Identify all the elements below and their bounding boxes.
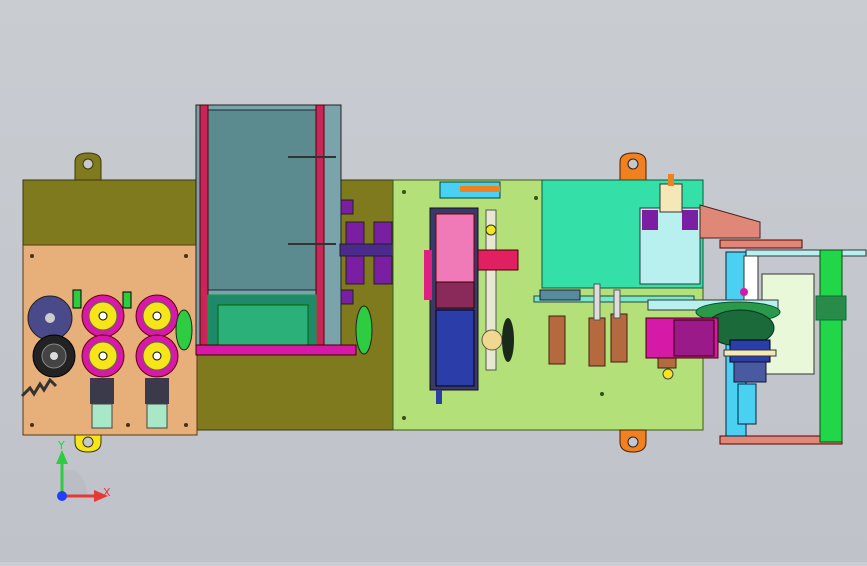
hopper[interactable]: [195, 104, 357, 356]
drum-1: [81, 294, 125, 338]
y-axis-label: Y: [57, 439, 65, 452]
x-axis-label: X: [103, 486, 111, 499]
drum-2: [135, 294, 179, 338]
cad-viewport[interactable]: Y X: [0, 0, 867, 562]
teal-panel[interactable]: [541, 174, 704, 289]
roller-panel[interactable]: [20, 244, 198, 436]
drum-4: [135, 334, 179, 378]
assembly-drawing[interactable]: Y X: [0, 0, 867, 562]
drum-3: [81, 334, 125, 378]
